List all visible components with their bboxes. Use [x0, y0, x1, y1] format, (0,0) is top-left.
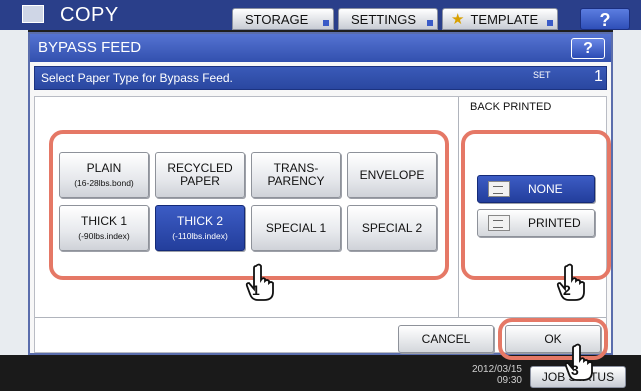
- message-bar: Select Paper Type for Bypass Feed. SET 1: [34, 66, 607, 90]
- callout-number: 3: [571, 362, 579, 378]
- time-text: 09:30: [496, 375, 522, 386]
- hand-pointer-icon: 3: [564, 343, 593, 381]
- instruction-text: Select Paper Type for Bypass Feed.: [41, 71, 233, 85]
- tab-template[interactable]: ★ TEMPLATE: [442, 8, 558, 30]
- callout-number: 1: [252, 282, 260, 298]
- date-text: 2012/03/15: [471, 364, 522, 375]
- star-icon: ★: [451, 11, 465, 28]
- tab-storage-label: STORAGE: [245, 11, 309, 27]
- help-button-top[interactable]: ?: [580, 8, 630, 30]
- tab-settings-label: SETTINGS: [351, 11, 417, 27]
- highlight-back-printed: [461, 130, 611, 280]
- highlight-paper-types: [49, 130, 449, 280]
- help-button[interactable]: ?: [571, 38, 605, 59]
- vertical-divider: [458, 97, 459, 317]
- back-printed-label: BACK PRINTED: [470, 101, 552, 113]
- background-left-edge: [0, 30, 28, 366]
- dialog-title: BYPASS FEED: [38, 39, 142, 56]
- set-count: 1: [594, 68, 603, 85]
- tab-template-label: TEMPLATE: [470, 11, 539, 27]
- set-label: SET: [533, 70, 551, 80]
- hand-pointer-icon: 1: [245, 263, 274, 301]
- tab-settings[interactable]: SETTINGS: [338, 8, 438, 30]
- callout-number: 2: [563, 282, 571, 298]
- submenu-arrow-icon: [323, 20, 329, 26]
- datetime: 2012/03/15 09:30: [462, 364, 522, 386]
- background-right-edge: [613, 30, 641, 366]
- submenu-arrow-icon: [427, 20, 433, 26]
- submenu-arrow-icon: [547, 20, 553, 26]
- copy-icon: [22, 5, 44, 23]
- hand-pointer-icon: 2: [556, 263, 585, 301]
- dialog-titlebar: BYPASS FEED ?: [30, 34, 611, 62]
- tab-storage[interactable]: STORAGE: [232, 8, 334, 30]
- copy-title: COPY: [60, 4, 119, 26]
- cancel-button[interactable]: CANCEL: [398, 325, 494, 353]
